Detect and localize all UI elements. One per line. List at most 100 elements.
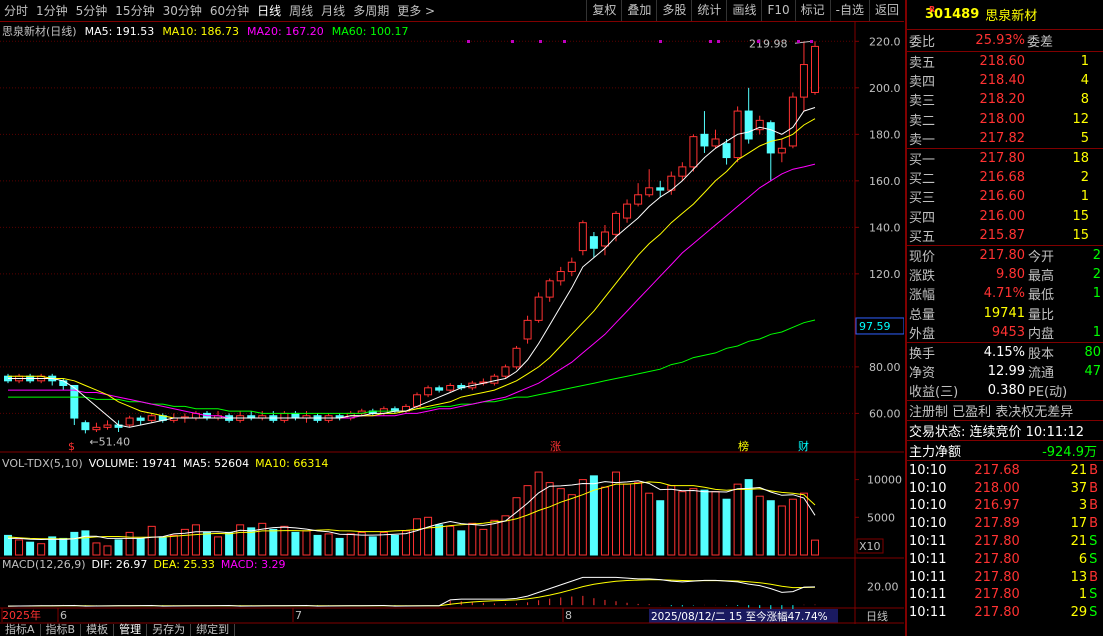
ask-row-0[interactable]: 卖五 218.60 1 bbox=[907, 52, 1103, 71]
indicator-tab-4[interactable]: 另存为 bbox=[147, 624, 192, 636]
fund-label2: 股本 bbox=[1028, 346, 1055, 362]
ask-label: 卖四 bbox=[909, 75, 936, 91]
ask-price: 217.82 bbox=[979, 130, 1026, 146]
tick-time: 10:10 bbox=[909, 480, 947, 496]
volume-bar bbox=[225, 531, 234, 556]
weibi-value: 25.93% bbox=[975, 33, 1025, 48]
volume-bar bbox=[59, 537, 68, 556]
event-marker-3[interactable]: 财 bbox=[798, 439, 809, 453]
tick-side: B bbox=[1089, 569, 1099, 585]
period-tab-0[interactable]: 分时 bbox=[0, 1, 32, 21]
event-dot bbox=[797, 40, 800, 43]
volume-bar bbox=[413, 518, 422, 556]
fund-label: 净资 bbox=[909, 366, 936, 382]
bid-row-1[interactable]: 买二 216.68 2 bbox=[907, 168, 1103, 187]
vol-legend-item-1: VOLUME: 19741 bbox=[89, 457, 177, 470]
stat-value2: 2 bbox=[1092, 267, 1101, 283]
volume-bar bbox=[357, 531, 366, 556]
stock-header[interactable]: R 301489 思泉新材 bbox=[907, 0, 1103, 30]
tool-button-7[interactable]: -自选 bbox=[829, 0, 869, 21]
indicator-tab-1[interactable]: 指标B bbox=[41, 624, 82, 636]
candle-body bbox=[744, 110, 753, 140]
tool-button-4[interactable]: 画线 bbox=[726, 0, 761, 21]
volume-bar bbox=[722, 498, 731, 556]
bid-volume: 15 bbox=[1072, 208, 1089, 224]
date-axis-label-1: 6 bbox=[60, 609, 67, 622]
period-tab-9[interactable]: 多周期 bbox=[349, 1, 393, 21]
stat-row-3: 总量 19741 量比 bbox=[907, 303, 1103, 323]
ask-row-3[interactable]: 卖二 218.00 12 bbox=[907, 110, 1103, 129]
period-tab-4[interactable]: 30分钟 bbox=[159, 1, 206, 21]
tick-time: 10:10 bbox=[909, 516, 947, 532]
volume-bar bbox=[689, 488, 698, 556]
indicator-tabs: 指标A 指标B 模板 管理 另存为 绑定到 bbox=[0, 624, 904, 636]
ask-row-2[interactable]: 卖三 218.20 8 bbox=[907, 90, 1103, 109]
tool-button-6[interactable]: 标记 bbox=[794, 0, 830, 21]
event-dot bbox=[709, 40, 712, 43]
volume-bar bbox=[545, 482, 554, 556]
candle-body bbox=[556, 271, 565, 282]
ask-row-4[interactable]: 卖一 217.82 5 bbox=[907, 129, 1103, 148]
indicator-tab-5[interactable]: 绑定到 bbox=[191, 624, 236, 636]
volume-bar bbox=[468, 522, 477, 556]
tool-button-1[interactable]: 叠加 bbox=[621, 0, 656, 21]
bid-price: 216.60 bbox=[979, 189, 1026, 205]
tick-time: 10:10 bbox=[909, 462, 947, 478]
stat-value2: 1 bbox=[1092, 286, 1101, 302]
period-tab-2[interactable]: 5分钟 bbox=[72, 1, 112, 21]
tick-row-3: 10:10 217.89 17 B bbox=[907, 515, 1103, 533]
weibi-label: 委比 bbox=[909, 35, 936, 50]
volume-bar bbox=[202, 531, 211, 556]
period-tab-1[interactable]: 1分钟 bbox=[32, 1, 72, 21]
volume-bar bbox=[678, 491, 687, 556]
indicator-tab-3[interactable]: 管理 bbox=[114, 624, 148, 636]
tool-button-2[interactable]: 多股 bbox=[656, 0, 691, 21]
period-tab-8[interactable]: 月线 bbox=[317, 1, 349, 21]
indicator-tab-2[interactable]: 模板 bbox=[81, 624, 115, 636]
macd-legend-item-3: MACD: 3.29 bbox=[221, 558, 286, 571]
tool-button-8[interactable]: 返回 bbox=[868, 0, 904, 21]
bid-row-2[interactable]: 买三 216.60 1 bbox=[907, 187, 1103, 206]
tick-price: 217.80 bbox=[974, 551, 1020, 567]
price-axis-label: 60.00 bbox=[869, 407, 901, 420]
fund-value: 4.15% bbox=[983, 344, 1025, 360]
kline-chart[interactable]: 220.0 200.0 180.0 160.0 140.0 120.0 80.00 60.00… bbox=[0, 22, 905, 624]
volume-bar bbox=[158, 536, 167, 556]
vol-axis-label: 10000 bbox=[867, 474, 902, 487]
tool-button-3[interactable]: 统计 bbox=[691, 0, 726, 21]
event-marker-1[interactable]: 涨 bbox=[550, 440, 561, 453]
bid-volume: 15 bbox=[1072, 227, 1089, 243]
volume-bar bbox=[302, 530, 311, 556]
period-tab-5[interactable]: 60分钟 bbox=[206, 1, 253, 21]
volume-bar bbox=[401, 530, 410, 556]
period-tab-10[interactable]: 更多 > bbox=[393, 1, 439, 21]
tick-time: 10:11 bbox=[909, 533, 947, 549]
period-label[interactable]: 日线 bbox=[866, 609, 888, 623]
bid-row-4[interactable]: 买五 215.87 15 bbox=[907, 226, 1103, 245]
period-tab-3[interactable]: 15分钟 bbox=[111, 1, 158, 21]
period-tab-6[interactable]: 日线 bbox=[253, 1, 285, 21]
ma-legend-item-2: MA20: 167.20 bbox=[247, 25, 324, 38]
candle-body bbox=[777, 147, 786, 154]
candle-body bbox=[700, 133, 709, 147]
kline-chart-area[interactable]: 220.0 200.0 180.0 160.0 140.0 120.0 80.00 60.00… bbox=[0, 22, 905, 624]
tick-side: B bbox=[1089, 462, 1099, 478]
bid-row-0[interactable]: 买一 217.80 18 bbox=[907, 149, 1103, 168]
event-marker-0[interactable]: $ bbox=[68, 440, 75, 453]
period-tab-7[interactable]: 周线 bbox=[285, 1, 317, 21]
bid-book: 买一 217.80 18 买二 216.68 2 买三 216.60 1 买四 216.00 15 买五… bbox=[907, 149, 1103, 246]
price-axis-label: 220.0 bbox=[869, 35, 901, 48]
ask-label: 卖三 bbox=[909, 94, 936, 110]
bid-label: 买二 bbox=[909, 172, 936, 188]
ask-volume: 5 bbox=[1080, 130, 1089, 146]
tool-button-5[interactable]: F10 bbox=[761, 0, 794, 21]
event-marker-2[interactable]: 榜 bbox=[738, 439, 749, 453]
candle-body bbox=[634, 194, 643, 205]
bid-row-3[interactable]: 买四 216.00 15 bbox=[907, 207, 1103, 226]
tool-button-0[interactable]: 复权 bbox=[586, 0, 621, 21]
tick-side: B bbox=[1089, 516, 1099, 532]
event-dot bbox=[539, 40, 542, 43]
indicator-tab-0[interactable]: 指标A bbox=[0, 624, 41, 636]
vol-legend-item-0: VOL-TDX(5,10) bbox=[2, 457, 83, 470]
ask-row-1[interactable]: 卖四 218.40 4 bbox=[907, 71, 1103, 90]
